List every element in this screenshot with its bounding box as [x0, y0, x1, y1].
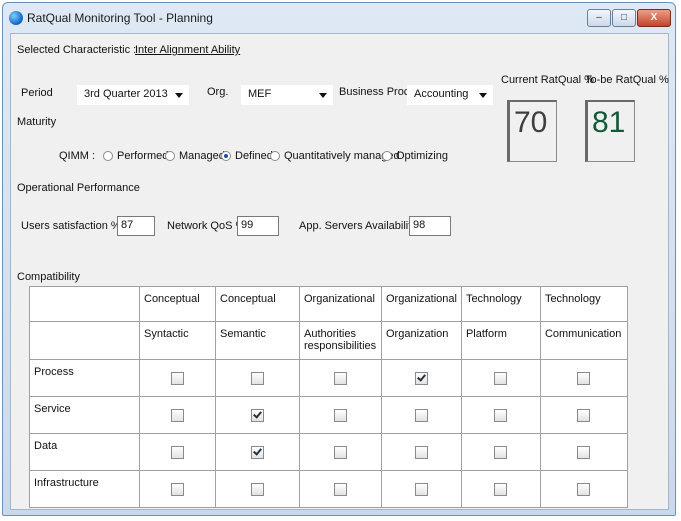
sub-header-cell: Semantic	[215, 321, 300, 360]
window-title: RatQual Monitoring Tool - Planning	[27, 11, 213, 25]
sub-header-cell: Communication	[539, 321, 628, 360]
checkbox[interactable]	[171, 371, 184, 385]
sub-header-cell: Authorities responsibilities	[299, 321, 382, 360]
chevron-down-icon	[175, 93, 183, 98]
business-process-value: Accounting	[414, 88, 469, 100]
org-value: MEF	[248, 88, 272, 100]
group-header-cell: Organizational	[299, 286, 382, 322]
checkbox[interactable]	[251, 482, 264, 496]
checkbox[interactable]	[494, 482, 508, 496]
network-qos-input[interactable]: 99	[237, 216, 279, 236]
checkbox[interactable]	[414, 408, 428, 422]
corner-cell	[29, 286, 140, 322]
radio-optimizing[interactable]	[382, 151, 392, 161]
checkbox[interactable]	[494, 445, 508, 459]
period-label: Period	[21, 87, 53, 99]
title-bar[interactable]: RatQual Monitoring Tool - Planning – □ X	[3, 3, 675, 33]
checkbox[interactable]	[414, 482, 428, 496]
row-header-cell: Service	[29, 396, 140, 434]
chevron-down-icon	[319, 93, 327, 98]
checkbox[interactable]	[414, 445, 428, 459]
tobe-ratqual-label: To-be RatQual %	[585, 74, 669, 86]
main-window: RatQual Monitoring Tool - Planning – □ X…	[2, 2, 676, 516]
checkbox[interactable]	[334, 408, 347, 422]
chevron-down-icon	[479, 93, 487, 98]
checkbox[interactable]	[414, 371, 428, 385]
network-qos-label: Network QoS %	[167, 220, 246, 232]
checkbox[interactable]	[334, 371, 347, 385]
group-header-cell: Conceptual	[215, 286, 300, 322]
radio-defined[interactable]	[221, 151, 231, 161]
users-satisfaction-label: Users satisfaction %	[21, 220, 121, 232]
checkbox[interactable]	[251, 445, 264, 459]
group-header-cell: Technology	[539, 286, 628, 322]
sub-header-row: Syntactic Semantic Authorities responsib…	[29, 321, 628, 360]
tobe-ratqual-display: 81	[585, 100, 635, 162]
compatibility-label: Compatibility	[17, 271, 80, 283]
row-header-cell: Process	[29, 359, 140, 397]
current-ratqual-label: Current RatQual %	[501, 74, 594, 86]
sub-header-cell: Syntactic	[139, 321, 216, 360]
close-button[interactable]: X	[637, 9, 671, 27]
row-header-cell: Infrastructure	[29, 470, 140, 508]
checkbox[interactable]	[577, 445, 591, 459]
checkbox[interactable]	[334, 482, 347, 496]
selected-characteristic-label: Selected Characteristic :	[17, 44, 137, 56]
table-row: Service	[29, 396, 628, 434]
group-header-cell: Organizational	[381, 286, 462, 322]
radio-label-optimizing: Optimizing	[396, 150, 448, 162]
table-row: Data	[29, 433, 628, 471]
operational-performance-label: Operational Performance	[17, 182, 140, 194]
corner-cell	[29, 321, 140, 360]
row-header-cell: Data	[29, 433, 140, 471]
org-select[interactable]: MEF	[241, 85, 333, 105]
checkbox[interactable]	[494, 408, 508, 422]
checkbox[interactable]	[577, 371, 591, 385]
group-header-cell: Conceptual	[139, 286, 216, 322]
sub-header-cell: Platform	[460, 321, 541, 360]
checkbox[interactable]	[251, 371, 264, 385]
checkbox[interactable]	[251, 408, 264, 422]
maximize-button[interactable]: □	[612, 9, 636, 27]
checkbox[interactable]	[334, 445, 347, 459]
qimm-label: QIMM :	[59, 150, 96, 162]
radio-label-defined: Defined	[235, 150, 273, 162]
checkbox[interactable]	[494, 371, 508, 385]
globe-icon	[9, 11, 23, 25]
checkbox[interactable]	[577, 482, 591, 496]
radio-performed[interactable]	[103, 151, 113, 161]
compatibility-grid: Conceptual Conceptual Organizational Org…	[29, 286, 628, 508]
selected-characteristic-link[interactable]: Inter Alignment Ability	[135, 44, 240, 56]
checkbox[interactable]	[171, 445, 184, 459]
group-header-cell: Technology	[460, 286, 541, 322]
business-process-select[interactable]: Accounting	[407, 85, 493, 105]
checkbox[interactable]	[171, 482, 184, 496]
group-header-row: Conceptual Conceptual Organizational Org…	[29, 286, 628, 322]
radio-managed[interactable]	[165, 151, 175, 161]
checkbox[interactable]	[171, 408, 184, 422]
form-body: Selected Characteristic : Inter Alignmen…	[10, 33, 669, 510]
table-row: Infrastructure	[29, 470, 628, 508]
maturity-label: Maturity	[17, 116, 57, 128]
radio-label-performed: Performed	[117, 150, 169, 162]
org-label: Org.	[207, 86, 229, 98]
period-value: 3rd Quarter 2013	[84, 88, 168, 100]
table-row: Process	[29, 359, 628, 397]
sub-header-cell: Organization	[381, 321, 462, 360]
users-satisfaction-input[interactable]: 87	[117, 216, 155, 236]
period-select[interactable]: 3rd Quarter 2013	[77, 85, 189, 105]
radio-quantitatively-managed[interactable]	[270, 151, 280, 161]
checkbox[interactable]	[577, 408, 591, 422]
radio-label-managed: Managed	[179, 150, 225, 162]
qimm-radio-group: Performed Managed Defined Quantitatively…	[103, 150, 503, 163]
current-ratqual-display: 70	[507, 100, 557, 162]
app-servers-availability-input[interactable]: 98	[409, 216, 451, 236]
minimize-button[interactable]: –	[587, 9, 611, 27]
